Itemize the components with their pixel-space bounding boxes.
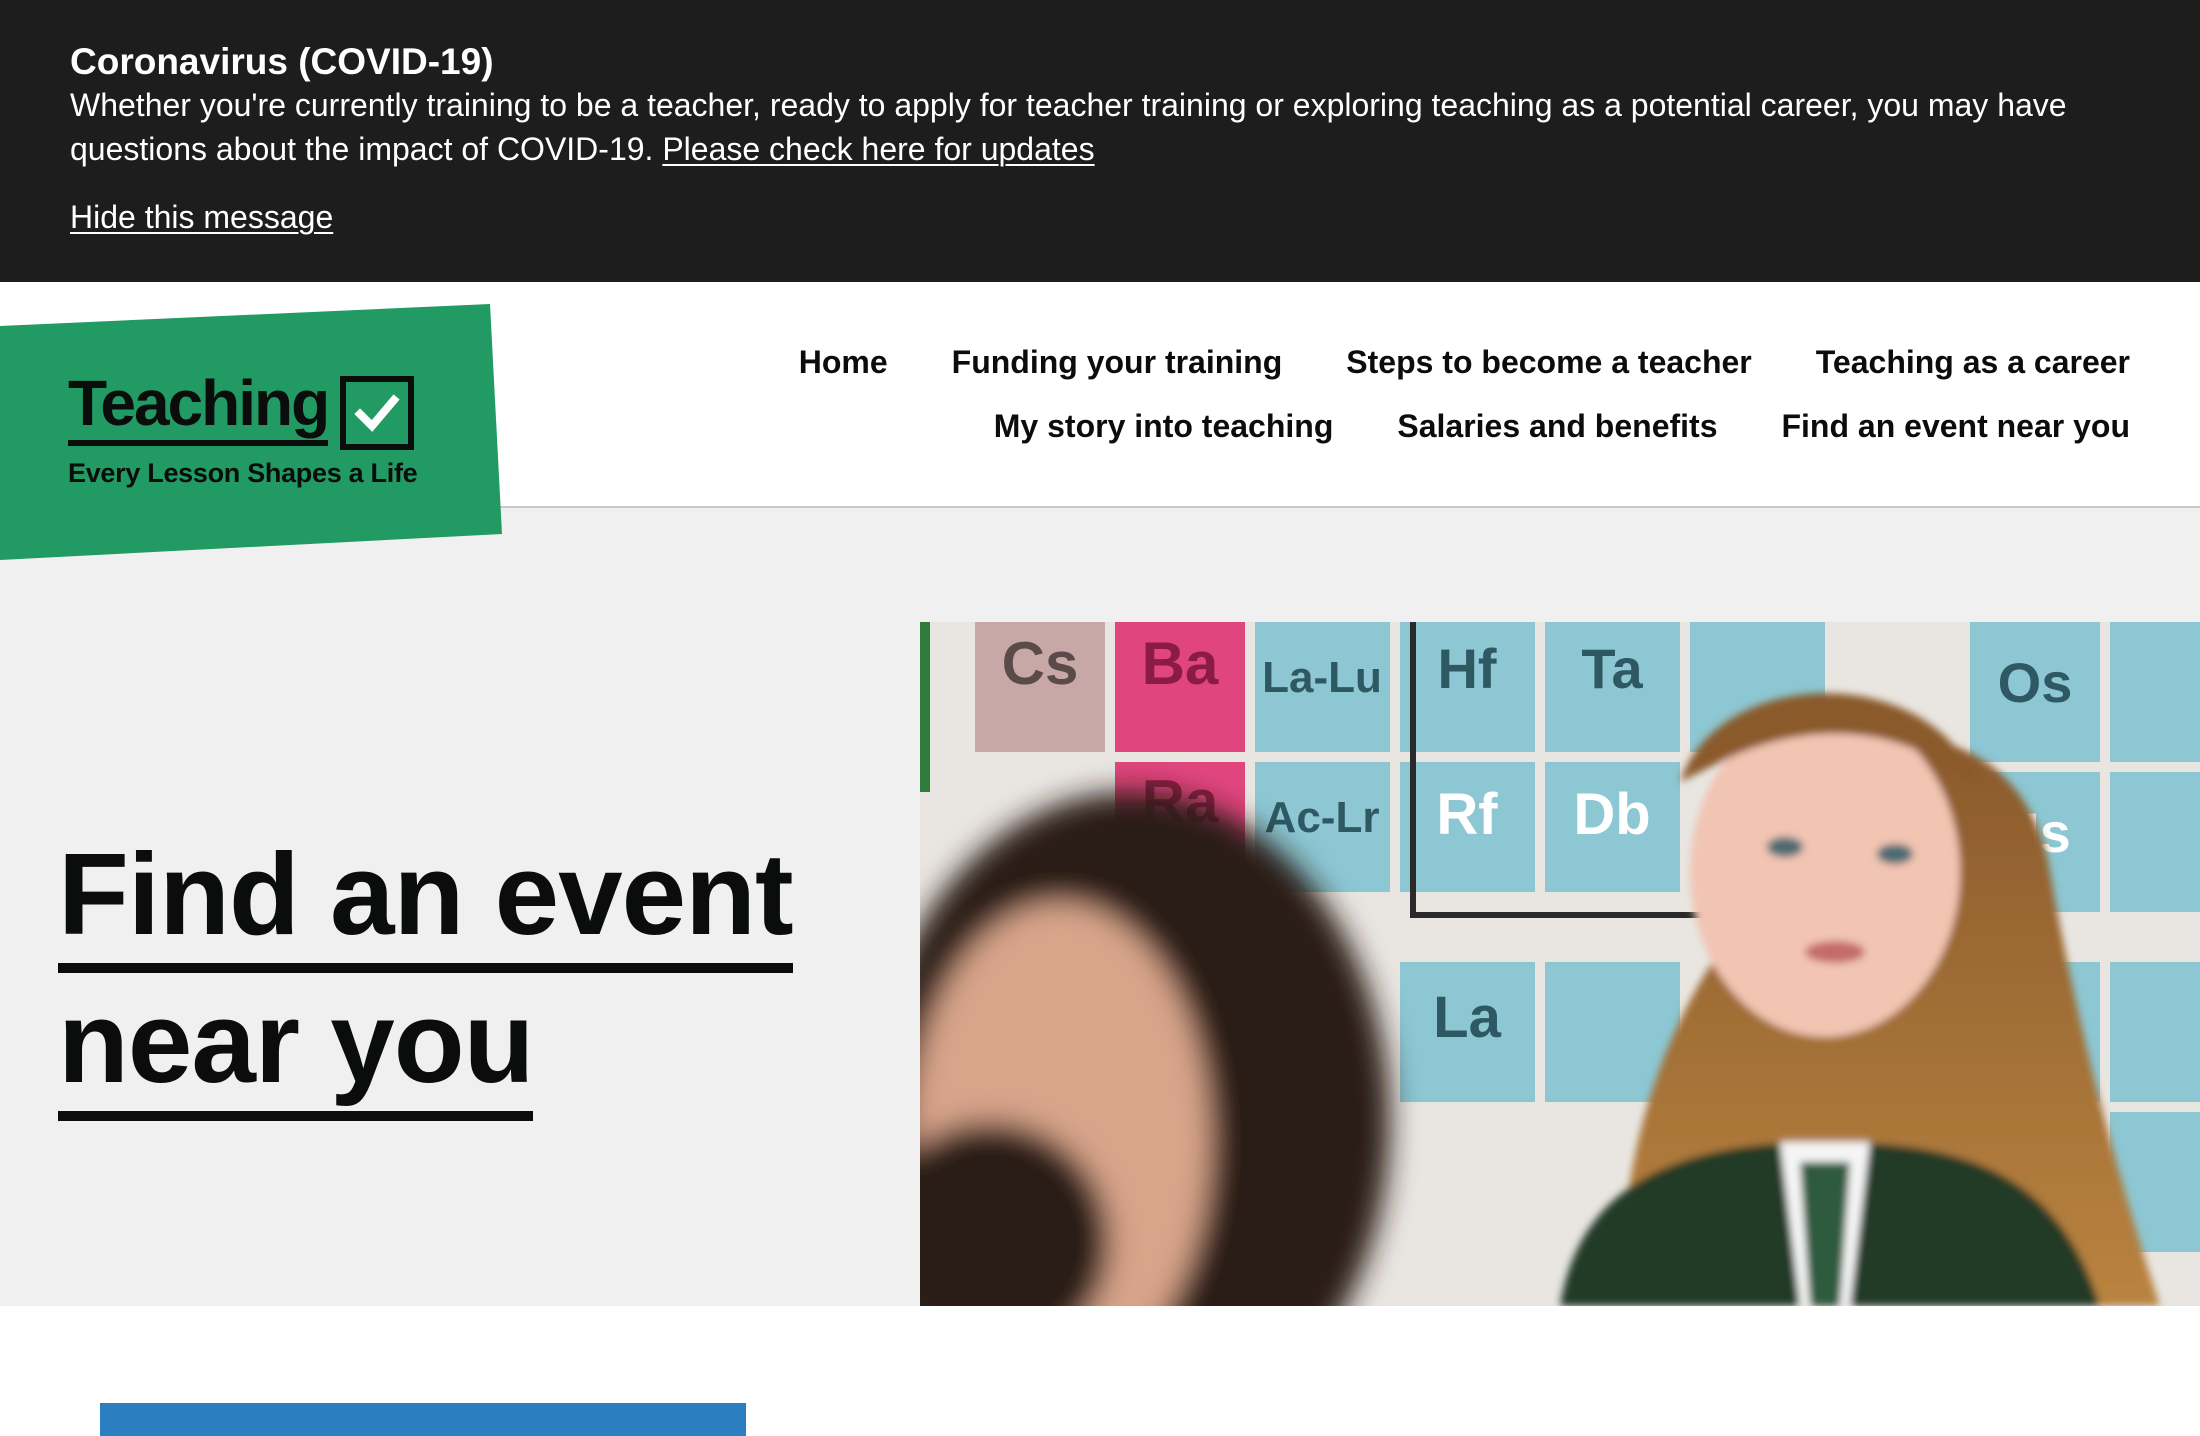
page-title: Find an event near you [58,820,878,1121]
covid-updates-link[interactable]: Please check here for updates [662,131,1094,167]
nav-steps-to-become-a-teacher[interactable]: Steps to become a teacher [1346,344,1751,381]
site-logo[interactable]: Teaching [68,368,415,450]
svg-text:La: La [1433,985,1501,1050]
nav-salaries-and-benefits[interactable]: Salaries and benefits [1397,408,1717,445]
svg-text:Ba: Ba [1142,630,1219,697]
logo-wordmark: Teaching [68,368,330,446]
nav-find-an-event-near-you[interactable]: Find an event near you [1781,408,2130,445]
svg-text:Hf: Hf [1437,637,1496,700]
nav-my-story-into-teaching[interactable]: My story into teaching [994,408,1334,445]
main-navigation: Home Funding your training Steps to beco… [730,330,2130,458]
nav-row-secondary: My story into teaching Salaries and bene… [730,394,2130,458]
svg-text:Rf: Rf [1436,782,1498,847]
nav-teaching-as-a-career[interactable]: Teaching as a career [1816,344,2130,381]
blue-content-card [100,1403,746,1436]
svg-text:Cs: Cs [1002,630,1079,697]
logo-tagline: Every Lesson Shapes a Life [68,458,418,488]
svg-text:Db: Db [1573,782,1650,847]
classroom-photo: Cs Ba La-Lu Hf Ta Os Ra Ac-Lr Rf Db Hs L… [920,622,2200,1306]
svg-text:Os: Os [1998,651,2073,714]
nav-funding-your-training[interactable]: Funding your training [952,344,1283,381]
covid-banner-text: Whether you're currently training to be … [70,83,2130,171]
page-title-text: Find an event near you [58,829,794,1121]
svg-text:Ac-Lr: Ac-Lr [1265,793,1380,842]
svg-text:Ta: Ta [1581,637,1643,700]
hide-message-link[interactable]: Hide this message [70,195,333,239]
covid-banner-title: Coronavirus (COVID-19) [70,41,494,82]
checkbox-tick-icon [340,376,415,450]
nav-home[interactable]: Home [799,344,888,381]
nav-row-primary: Home Funding your training Steps to beco… [730,330,2130,394]
hero-image: Cs Ba La-Lu Hf Ta Os Ra Ac-Lr Rf Db Hs L… [920,622,2200,1306]
covid-banner: Coronavirus (COVID-19) Whether you're cu… [0,0,2200,282]
svg-text:La-Lu: La-Lu [1262,653,1382,702]
